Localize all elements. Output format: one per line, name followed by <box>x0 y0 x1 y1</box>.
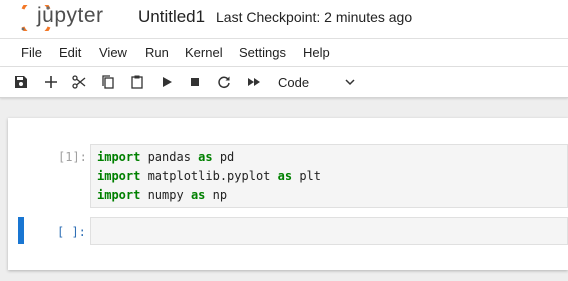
code-line: import numpy as np <box>97 186 561 205</box>
toolbar: Code <box>0 67 568 98</box>
keyword: as <box>277 169 293 183</box>
header: jupyter Untitled1 Last Checkpoint: 2 min… <box>0 0 568 38</box>
checkpoint-status: Last Checkpoint: 2 minutes ago <box>216 9 413 25</box>
code-text: matplotlib.pyplot <box>140 169 278 183</box>
menu-file[interactable]: File <box>21 45 42 60</box>
add-icon <box>45 76 57 88</box>
keyword: import <box>97 188 141 202</box>
code-text: np <box>205 188 228 202</box>
menu-help[interactable]: Help <box>303 45 330 60</box>
keyword: import <box>97 169 141 183</box>
cell-2-editor[interactable] <box>90 217 568 245</box>
menu-kernel[interactable]: Kernel <box>185 45 223 60</box>
keyword: as <box>198 150 213 164</box>
menu-edit[interactable]: Edit <box>59 45 81 60</box>
cell-type-value: Code <box>278 75 310 90</box>
logo-text: jupyter <box>37 4 104 27</box>
add-cell-button[interactable] <box>42 73 60 91</box>
run-button[interactable] <box>158 73 176 91</box>
run-icon <box>163 77 172 87</box>
restart-icon <box>218 76 230 89</box>
run-all-button[interactable] <box>245 73 263 91</box>
cell-1-prompt: [1]: <box>58 150 87 164</box>
notebook-panel: [1]: import pandas as pd import matplotl… <box>8 118 568 270</box>
code-text: pandas <box>140 150 199 164</box>
code-line: import matplotlib.pyplot as plt <box>97 167 561 186</box>
cut-button[interactable] <box>70 73 88 91</box>
menu-bar: File Edit View Run Kernel Settings Help <box>0 38 568 67</box>
cell-type-select[interactable]: Code <box>270 71 362 93</box>
stop-button[interactable] <box>186 73 204 91</box>
paste-button[interactable] <box>128 73 146 91</box>
stop-icon <box>191 78 199 86</box>
paste-icon <box>131 75 143 89</box>
cell-2-prompt: [ ]: <box>57 225 86 239</box>
menu-view[interactable]: View <box>99 45 127 60</box>
menu-run[interactable]: Run <box>145 45 169 60</box>
chevron-down-icon <box>345 79 355 86</box>
copy-icon <box>102 75 114 89</box>
save-button[interactable] <box>12 73 30 91</box>
notebook-title[interactable]: Untitled1 <box>138 7 205 27</box>
active-cell-indicator <box>18 217 24 244</box>
code-line: import pandas as pd <box>97 148 561 167</box>
code-text: pd <box>212 150 235 164</box>
keyword: import <box>97 150 141 164</box>
copy-button[interactable] <box>99 73 117 91</box>
code-text: plt <box>292 169 321 183</box>
menu-settings[interactable]: Settings <box>239 45 286 60</box>
code-text: numpy <box>140 188 191 202</box>
keyword: as <box>190 188 206 202</box>
cell-1-editor[interactable]: import pandas as pd import matplotlib.py… <box>90 144 568 208</box>
fast-forward-icon <box>248 78 260 86</box>
cut-icon <box>72 75 86 89</box>
save-icon <box>15 76 27 88</box>
restart-button[interactable] <box>215 73 233 91</box>
